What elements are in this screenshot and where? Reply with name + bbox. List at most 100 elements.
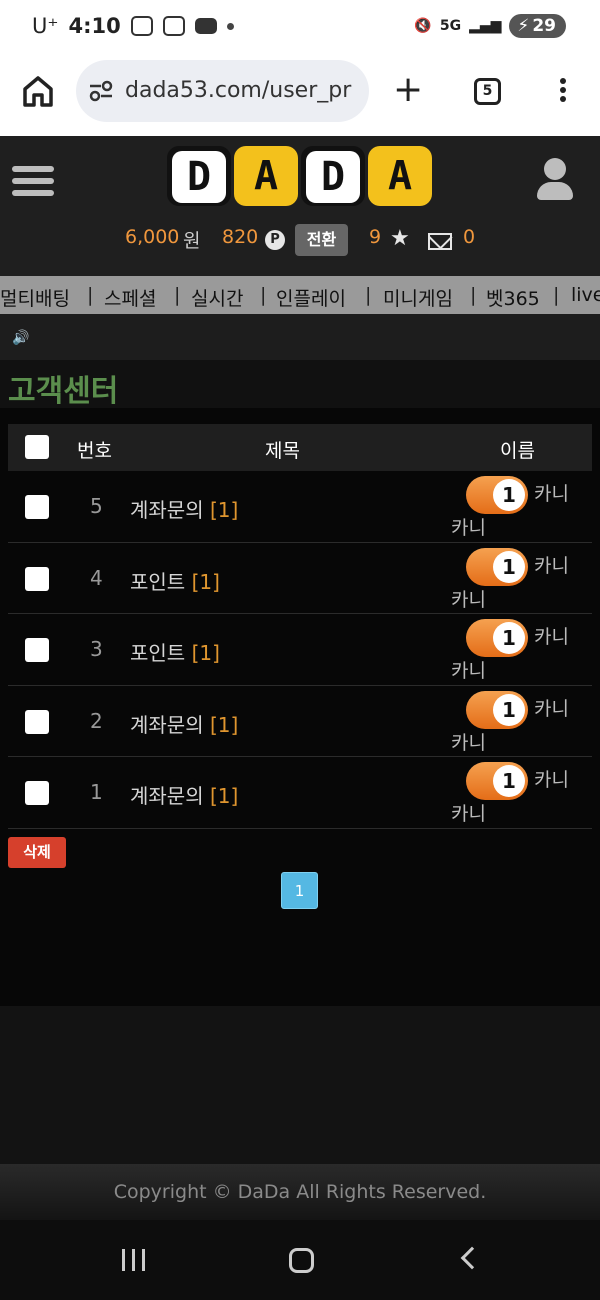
table-row[interactable]: 3 포인트 [1] 1 카니 카니 — [8, 614, 592, 686]
user-icon[interactable] — [537, 158, 573, 202]
nav-separator: | — [470, 284, 477, 306]
author-name: 카니 — [534, 554, 569, 577]
nav-item-minigame[interactable]: 미니게임 — [383, 284, 453, 311]
reply-count: [1] — [191, 569, 220, 594]
level-number: 1 — [493, 622, 525, 654]
nav-separator: | — [87, 284, 94, 306]
select-all-checkbox[interactable] — [25, 435, 49, 459]
nav-separator: | — [174, 284, 181, 306]
row-subject-link[interactable]: 계좌문의 [1] — [130, 494, 238, 523]
table-row[interactable]: 2 계좌문의 [1] 1 카니 카니 — [8, 686, 592, 757]
row-checkbox[interactable] — [25, 709, 49, 734]
row-subject-link[interactable]: 계좌문의 [1] — [130, 780, 238, 809]
pagination-page-1[interactable]: 1 — [281, 872, 318, 909]
site-footer: Copyright © DaDa All Rights Reserved. — [0, 1164, 600, 1220]
clock: 4:10 — [68, 14, 121, 38]
nav-separator: | — [365, 284, 372, 306]
row-subject-link[interactable]: 포인트 [1] — [130, 566, 220, 595]
site-settings-icon[interactable] — [88, 80, 114, 102]
row-checkbox[interactable] — [25, 638, 49, 662]
speaker-icon: 🔊 — [12, 330, 30, 346]
system-home-icon[interactable] — [289, 1248, 314, 1273]
new-tab-button[interactable]: + — [393, 72, 423, 108]
browser-toolbar: dada53.com/user_pr + 5 — [0, 56, 600, 136]
convert-button[interactable]: 전환 — [295, 224, 348, 256]
row-subject[interactable]: 계좌문의 — [130, 713, 204, 737]
page-spacer — [0, 1006, 600, 1164]
nav-separator: | — [260, 284, 267, 306]
carrier-label: U⁺ — [32, 14, 59, 38]
notification-app-icon — [130, 16, 153, 36]
tab-switcher-button[interactable]: 5 — [474, 78, 501, 105]
network-label: 5G — [439, 18, 462, 34]
address-bar[interactable]: dada53.com/user_pr — [76, 60, 369, 122]
logo-letter: D — [306, 151, 360, 203]
author-name: 카니 — [451, 803, 486, 825]
row-subject-link[interactable]: 포인트 [1] — [130, 637, 220, 666]
main-nav: 멀티배팅 | 스페셜 | 실시간 | 인플레이 | 미니게임 | 벳365 | … — [0, 276, 600, 314]
row-subject[interactable]: 포인트 — [130, 641, 185, 665]
row-number: 3 — [90, 637, 103, 661]
level-badge: 1 — [466, 619, 528, 657]
logo-tile: A — [234, 146, 298, 206]
hamburger-menu-icon[interactable] — [12, 166, 54, 200]
row-number: 5 — [90, 494, 103, 518]
points-balance: 820 — [222, 226, 259, 248]
copyright-text: Copyright © DaDa All Rights Reserved. — [113, 1181, 487, 1203]
more-notifications-dot — [226, 22, 234, 30]
recent-apps-icon[interactable] — [122, 1249, 148, 1271]
page-title: 고객센터 — [8, 374, 119, 409]
table-row[interactable]: 1 계좌문의 [1] 1 카니 카니 — [8, 757, 592, 829]
author-name: 카니 — [451, 588, 486, 611]
row-number: 1 — [90, 780, 103, 804]
mail-icon[interactable] — [428, 233, 452, 250]
back-icon[interactable] — [460, 1246, 484, 1270]
nav-item-multi-betting[interactable]: 멀티배팅 — [0, 284, 70, 311]
nav-item-inplay[interactable]: 인플레이 — [276, 284, 346, 311]
delete-button[interactable]: 삭제 — [8, 837, 66, 868]
level-badge: 1 — [466, 476, 528, 514]
nav-item-live-casino[interactable]: live — [571, 284, 600, 306]
nav-item-bet365[interactable]: 벳365 — [486, 284, 540, 311]
page-title-bar: 고객센터 — [0, 360, 600, 409]
battery-indicator: ⚡ 29 — [509, 14, 566, 38]
row-subject[interactable]: 포인트 — [130, 570, 185, 594]
url-text[interactable]: dada53.com/user_pr — [125, 78, 360, 103]
author-name: 카니 — [534, 697, 569, 720]
author-name: 카니 — [451, 660, 486, 682]
table-row[interactable]: 5 계좌문의 [1] 1 카니 카니 — [8, 471, 592, 543]
screenshot-icon — [162, 16, 185, 36]
row-subject-link[interactable]: 계좌문의 [1] — [130, 709, 238, 738]
level-number: 1 — [493, 765, 525, 797]
youtube-icon — [194, 18, 217, 34]
author-name: 카니 — [534, 769, 569, 791]
column-number: 번호 — [77, 440, 112, 462]
row-subject[interactable]: 계좌문의 — [130, 498, 204, 522]
row-checkbox[interactable] — [25, 781, 49, 805]
battery-level: 29 — [532, 16, 556, 36]
level-badge: 1 — [466, 690, 528, 729]
level-badge: 1 — [466, 547, 528, 586]
charging-icon: ⚡ — [517, 16, 530, 36]
level-number: 1 — [493, 550, 525, 583]
browser-menu-icon[interactable] — [553, 76, 573, 106]
money-balance: 6,000 — [125, 226, 180, 248]
site-logo[interactable]: D A D A — [167, 146, 432, 206]
messages-count[interactable]: 0 — [463, 226, 475, 248]
table-row[interactable]: 4 포인트 [1] 1 카니 카니 — [8, 543, 592, 614]
table-header: 번호 제목 이름 — [8, 424, 592, 471]
author-name: 카니 — [451, 517, 486, 539]
logo-tile: D — [301, 146, 365, 206]
row-checkbox[interactable] — [25, 495, 49, 519]
home-icon[interactable] — [20, 73, 56, 109]
row-subject[interactable]: 계좌문의 — [130, 784, 204, 808]
reply-count: [1] — [209, 712, 239, 737]
announcement-bar: 🔊 — [0, 314, 600, 360]
logo-letter: D — [172, 151, 226, 203]
mute-icon: 🔇 — [414, 18, 432, 34]
nav-item-live[interactable]: 실시간 — [191, 284, 243, 311]
level-number: 1 — [493, 693, 525, 726]
column-subject: 제목 — [265, 440, 300, 462]
row-checkbox[interactable] — [25, 566, 49, 591]
nav-item-special[interactable]: 스페셜 — [104, 284, 156, 311]
